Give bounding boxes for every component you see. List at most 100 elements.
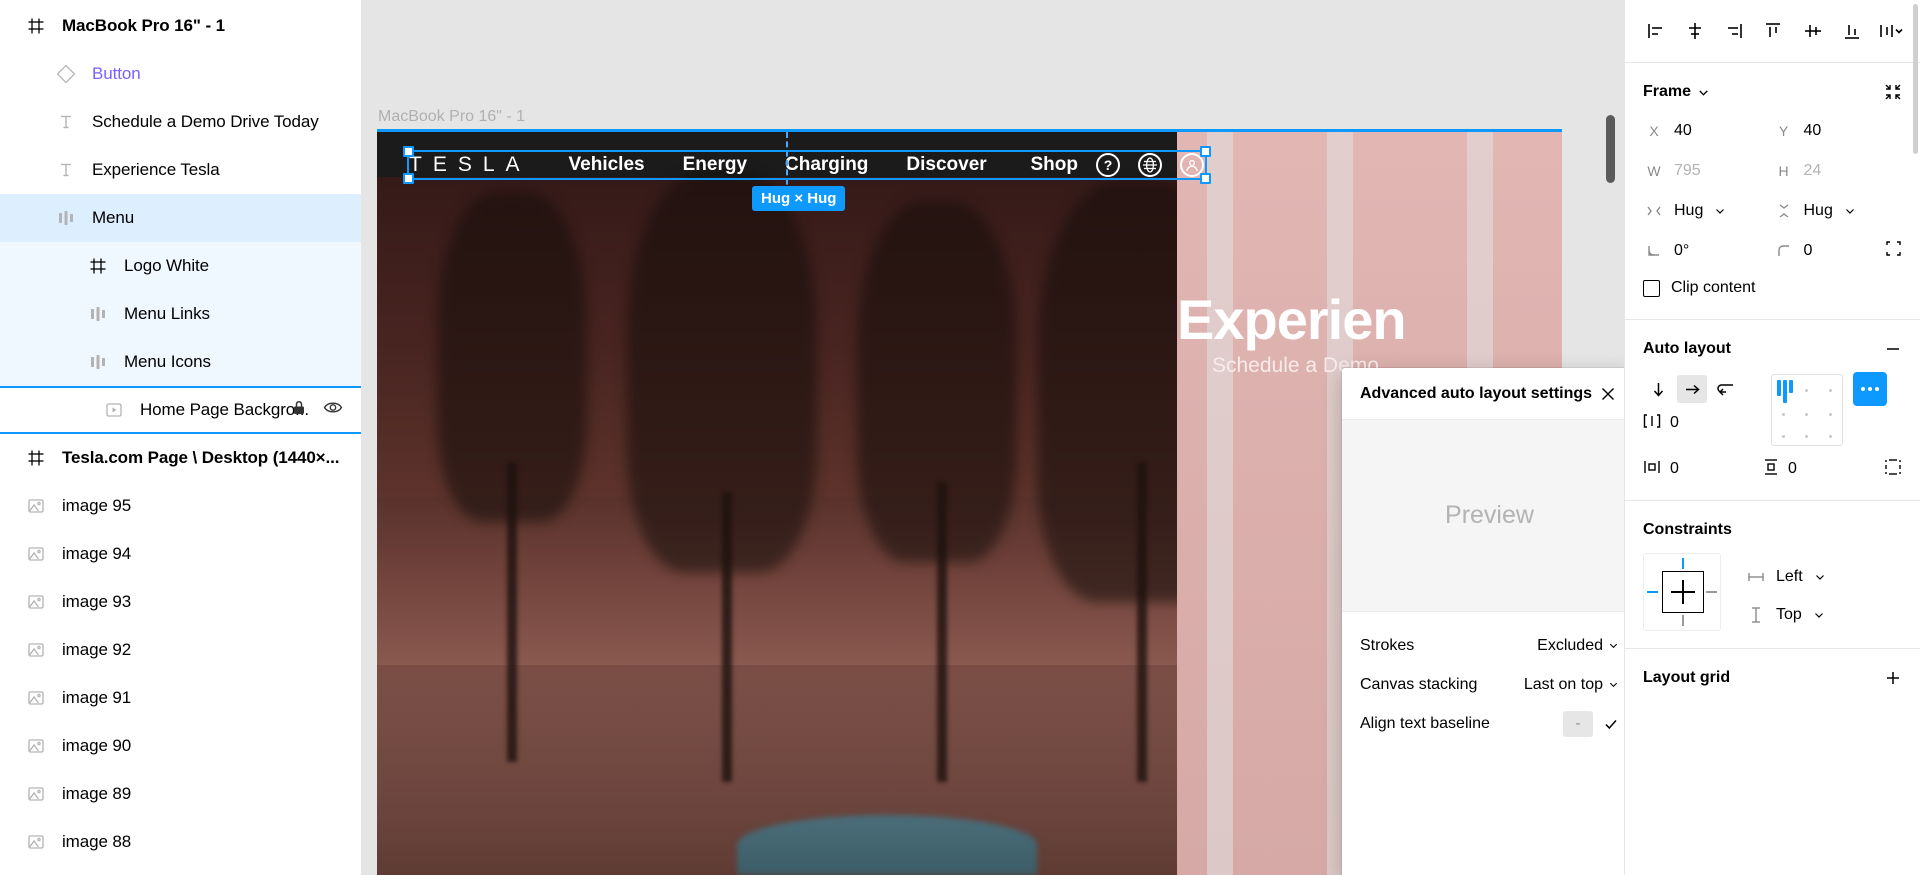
vertical-resize-value[interactable]: Hug (1804, 202, 1833, 220)
collapse-all-icon[interactable] (1884, 83, 1902, 101)
layer-row[interactable]: Menu (0, 194, 361, 242)
clip-content-checkbox[interactable] (1643, 279, 1660, 297)
wrap-icon[interactable] (1711, 375, 1741, 403)
chevron-down-icon[interactable] (1697, 86, 1710, 99)
nav-icons-group[interactable]: Shop ? (1031, 153, 1204, 177)
horizontal-constraint-field[interactable]: Left (1747, 558, 1826, 596)
layer-row[interactable]: image 91 (0, 674, 361, 722)
account-icon[interactable] (1180, 153, 1204, 177)
layer-row[interactable]: Menu Icons (0, 338, 361, 386)
independent-corners-icon[interactable] (1885, 240, 1902, 262)
w-value[interactable]: 795 (1674, 162, 1701, 180)
layer-row[interactable]: image 88 (0, 818, 361, 866)
corner-radius-field[interactable]: 0 (1773, 235, 1903, 267)
corner-radius-value[interactable]: 0 (1804, 242, 1813, 260)
align-top-icon[interactable] (1760, 18, 1786, 44)
lock-icon[interactable] (291, 399, 307, 421)
layer-row[interactable]: Tesla.com Page \ Desktop (1440×... (0, 434, 361, 482)
layer-row[interactable]: MacBook Pro 16" - 1 (0, 2, 361, 50)
layer-row[interactable]: Home Page Backgro... (0, 386, 361, 434)
nav-link-discover[interactable]: Discover (906, 154, 986, 176)
properties-scrollbar[interactable] (1913, 4, 1918, 154)
checkmark-icon[interactable] (1603, 716, 1619, 732)
gap-field[interactable]: 0 (1643, 406, 1761, 440)
nav-link-vehicles[interactable]: Vehicles (569, 154, 645, 176)
help-icon[interactable]: ? (1096, 153, 1120, 177)
tesla-logo[interactable]: TESLA (409, 153, 531, 177)
vertical-padding-field[interactable]: 0 (1763, 452, 1855, 486)
canvas-scrollbar[interactable] (1606, 115, 1615, 183)
distribute-more-icon[interactable] (1878, 18, 1904, 44)
rotation-value[interactable]: 0° (1674, 242, 1689, 260)
align-right-icon[interactable] (1721, 18, 1747, 44)
horizontal-padding-value[interactable]: 0 (1670, 460, 1679, 478)
layer-row[interactable]: Button (0, 50, 361, 98)
vertical-padding-value[interactable]: 0 (1788, 460, 1797, 478)
minus-icon[interactable] (1884, 340, 1902, 358)
clip-content-row[interactable]: Clip content (1643, 271, 1902, 305)
h-value[interactable]: 24 (1804, 162, 1822, 180)
properties-panel[interactable]: Frame X 40 Y 40 W 795 H 24 Hug Hug 0° 0 … (1624, 0, 1920, 875)
arrow-right-icon[interactable] (1677, 375, 1707, 403)
y-value[interactable]: 40 (1804, 122, 1822, 140)
plus-icon[interactable] (1884, 669, 1902, 687)
advanced-auto-layout-dialog[interactable]: Advanced auto layout settings Preview St… (1342, 368, 1624, 875)
chevron-down-icon[interactable] (1814, 571, 1826, 583)
frame-name-label[interactable]: MacBook Pro 16" - 1 (378, 108, 525, 126)
direction-buttons[interactable] (1643, 372, 1761, 406)
globe-icon[interactable] (1138, 153, 1162, 177)
vertical-constraint-value[interactable]: Top (1776, 606, 1802, 624)
arrow-down-icon[interactable] (1643, 375, 1673, 403)
gap-value[interactable]: 0 (1670, 414, 1679, 432)
align-bottom-icon[interactable] (1839, 18, 1865, 44)
constraint-handle-top[interactable] (1682, 558, 1684, 569)
vertical-constraint-field[interactable]: Top (1747, 596, 1826, 634)
canvas-stacking-dropdown[interactable]: Last on top (1524, 676, 1619, 694)
x-field[interactable]: X 40 (1643, 115, 1773, 147)
layer-row[interactable]: Experience Tesla (0, 146, 361, 194)
horizontal-padding-field[interactable]: 0 (1643, 452, 1753, 486)
artboard-nav[interactable]: TESLA Vehicles Energy Charging Discover … (409, 152, 1204, 178)
chevron-down-icon[interactable] (1714, 205, 1726, 217)
layer-row[interactable]: Schedule a Demo Drive Today (0, 98, 361, 146)
auto-layout-alignment-grid[interactable] (1771, 374, 1843, 446)
rotation-field[interactable]: 0° (1643, 235, 1773, 267)
alignment-toolbar[interactable] (1625, 0, 1920, 63)
individual-padding-icon[interactable] (1884, 458, 1902, 481)
nav-link-charging[interactable]: Charging (785, 154, 868, 176)
horizontal-constraint-value[interactable]: Left (1776, 568, 1803, 586)
layer-row-actions[interactable] (291, 399, 343, 421)
horizontal-resizing-field[interactable]: Hug (1643, 195, 1773, 227)
setting-row-strokes[interactable]: Strokes Excluded (1360, 626, 1619, 665)
width-field[interactable]: W 795 (1643, 155, 1773, 187)
layer-row[interactable]: image 93 (0, 578, 361, 626)
y-field[interactable]: Y 40 (1773, 115, 1903, 147)
constraint-handle-left[interactable] (1647, 591, 1658, 593)
eye-icon[interactable] (323, 400, 343, 420)
layer-row[interactable]: Menu Links (0, 290, 361, 338)
align-text-baseline-value[interactable]: - (1563, 710, 1593, 737)
constraints-diagram[interactable] (1643, 553, 1721, 631)
setting-row-align-text-baseline[interactable]: Align text baseline - (1360, 704, 1619, 743)
constraint-handle-right[interactable] (1706, 591, 1717, 593)
horizontal-resize-value[interactable]: Hug (1674, 202, 1703, 220)
align-horizontal-centers-icon[interactable] (1682, 18, 1708, 44)
layer-row[interactable]: image 94 (0, 530, 361, 578)
layer-row[interactable]: image 89 (0, 770, 361, 818)
setting-row-canvas-stacking[interactable]: Canvas stacking Last on top (1360, 665, 1619, 704)
vertical-resizing-field[interactable]: Hug (1773, 195, 1903, 227)
strokes-dropdown[interactable]: Excluded (1537, 637, 1619, 655)
height-field[interactable]: H 24 (1773, 155, 1903, 187)
align-vertical-centers-icon[interactable] (1800, 18, 1826, 44)
x-value[interactable]: 40 (1674, 122, 1692, 140)
chevron-down-icon[interactable] (1813, 609, 1825, 621)
layer-row[interactable]: image 92 (0, 626, 361, 674)
chevron-down-icon[interactable] (1844, 205, 1856, 217)
align-left-icon[interactable] (1643, 18, 1669, 44)
layer-row[interactable]: image 95 (0, 482, 361, 530)
layer-row[interactable]: image 90 (0, 722, 361, 770)
design-canvas[interactable]: MacBook Pro 16" - 1 TESLA Vehicles Energ… (362, 0, 1624, 875)
layer-row[interactable]: Logo White (0, 242, 361, 290)
constraint-handle-bottom[interactable] (1682, 615, 1684, 626)
close-icon[interactable] (1597, 383, 1619, 405)
